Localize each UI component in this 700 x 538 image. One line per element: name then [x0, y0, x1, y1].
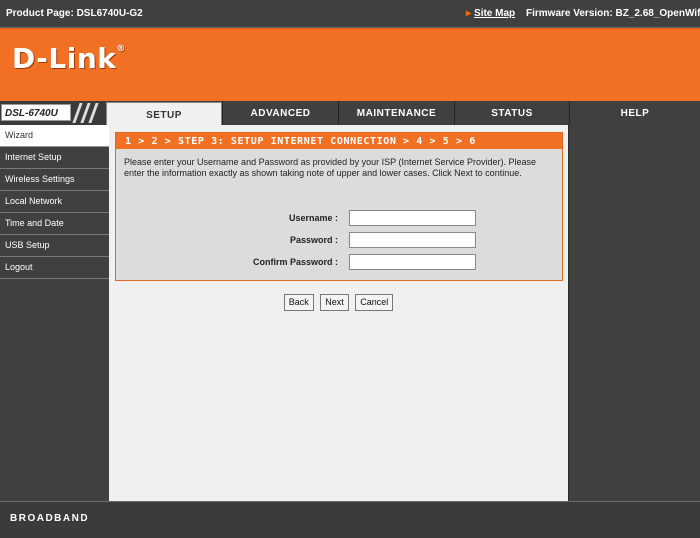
main-content: 1 > 2 > STEP 3: SETUP INTERNET CONNECTIO…: [109, 125, 568, 501]
panel-description: Please enter your Username and Password …: [124, 157, 537, 178]
sidebar-item-usb-setup[interactable]: USB Setup: [0, 235, 109, 257]
sidebar: Wizard Internet Setup Wireless Settings …: [0, 125, 110, 501]
help-column: [568, 125, 700, 501]
confirm-password-input[interactable]: [349, 254, 476, 270]
model-box: DSL-6740U: [0, 101, 106, 125]
panel-title: 1 > 2 > STEP 3: SETUP INTERNET CONNECTIO…: [116, 133, 562, 149]
tab-setup[interactable]: SETUP: [106, 102, 222, 126]
logo-text: D-Link: [12, 42, 117, 75]
password-row: Password :: [116, 232, 564, 250]
password-input[interactable]: [349, 232, 476, 248]
back-button[interactable]: Back: [283, 294, 314, 311]
registered-mark: ®: [116, 44, 126, 54]
footer-brand: BROADBAND: [10, 513, 90, 524]
site-map-link-wrap: ▸ Site Map: [466, 8, 515, 19]
top-bar: Product Page: DSL6740U-G2 ▸ Site Map Firm…: [0, 0, 700, 28]
dlink-logo: D-Link®: [12, 42, 126, 75]
tab-help[interactable]: HELP: [569, 101, 700, 125]
confirm-password-label: Confirm Password :: [252, 257, 338, 267]
sidebar-item-local-network[interactable]: Local Network: [0, 191, 109, 213]
username-row: Username :: [116, 210, 564, 228]
slash-decoration: [88, 103, 99, 123]
password-label: Password :: [289, 235, 338, 245]
firmware-version-label: Firmware Version: BZ_2.68_OpenWifi: [526, 8, 700, 19]
footer: BROADBAND: [0, 501, 700, 538]
main-tabs: SETUP ADVANCED MAINTENANCE STATUS HELP: [106, 101, 700, 126]
sidebar-item-time-and-date[interactable]: Time and Date: [0, 213, 109, 235]
tab-advanced[interactable]: ADVANCED: [222, 101, 338, 125]
tab-maintenance[interactable]: MAINTENANCE: [338, 101, 454, 125]
tab-status[interactable]: STATUS: [454, 101, 569, 125]
username-label: Username :: [288, 213, 338, 223]
cancel-button[interactable]: Cancel: [355, 294, 394, 311]
setup-panel: 1 > 2 > STEP 3: SETUP INTERNET CONNECTIO…: [115, 132, 563, 281]
model-label: DSL-6740U: [1, 104, 71, 121]
next-button[interactable]: Next: [320, 294, 349, 311]
sidebar-item-internet-setup[interactable]: Internet Setup: [0, 147, 109, 169]
confirm-password-row: Confirm Password :: [116, 254, 564, 272]
brand-banner: D-Link®: [0, 28, 700, 101]
wizard-buttons: Back Next Cancel: [109, 292, 568, 311]
sidebar-item-wizard[interactable]: Wizard: [0, 125, 109, 147]
sidebar-item-wireless-settings[interactable]: Wireless Settings: [0, 169, 109, 191]
sidebar-item-logout[interactable]: Logout: [0, 257, 109, 279]
product-page-label: Product Page: DSL6740U-G2: [6, 8, 143, 19]
username-input[interactable]: [349, 210, 476, 226]
site-map-arrow-icon: ▸: [466, 8, 472, 19]
site-map-link[interactable]: Site Map: [474, 8, 515, 19]
